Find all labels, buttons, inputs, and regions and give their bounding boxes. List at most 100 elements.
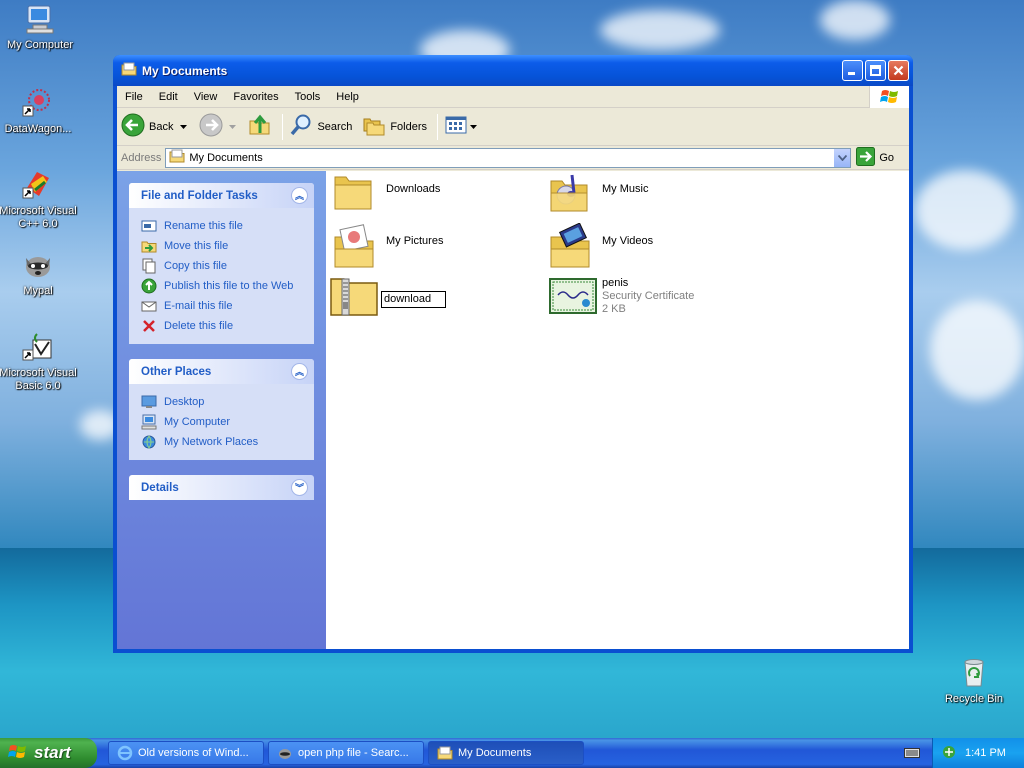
taskbar-button-ie[interactable]: Old versions of Wind... bbox=[108, 741, 264, 765]
address-dropdown-button[interactable] bbox=[833, 148, 851, 167]
menu-favorites[interactable]: Favorites bbox=[225, 91, 286, 103]
task-label: open php file - Searc... bbox=[298, 747, 409, 759]
address-input[interactable]: My Documents bbox=[165, 147, 852, 168]
windows-flag-icon bbox=[869, 86, 909, 108]
minimize-button[interactable] bbox=[842, 60, 863, 81]
task-delete-file[interactable]: Delete this file bbox=[141, 316, 302, 336]
network-tray-icon[interactable] bbox=[941, 744, 957, 763]
menu-tools[interactable]: Tools bbox=[287, 91, 329, 103]
task-label: Copy this file bbox=[164, 260, 227, 272]
folders-button[interactable]: Folders bbox=[362, 113, 427, 140]
item-name: Downloads bbox=[386, 183, 441, 195]
system-tray: 1:41 PM bbox=[932, 738, 1024, 768]
taskbar-button-mypal[interactable]: open php file - Searc... bbox=[268, 741, 424, 765]
details-header[interactable]: Details ︾ bbox=[129, 475, 314, 500]
desktop-icon-label: DataWagon... bbox=[4, 123, 72, 135]
music-folder-icon bbox=[548, 171, 598, 219]
forward-arrow-icon bbox=[199, 113, 223, 140]
place-label: Desktop bbox=[164, 396, 205, 408]
task-rename-file[interactable]: Rename this file bbox=[141, 216, 302, 236]
expand-chevron-icon[interactable]: ︾ bbox=[291, 479, 308, 496]
desktop-icon-visual-cpp[interactable]: Microsoft Visual C++ 6.0 bbox=[0, 168, 78, 231]
desktop-icon-my-computer[interactable]: My Computer bbox=[0, 2, 80, 52]
desktop-icon bbox=[141, 394, 157, 410]
desktop-icon-visual-basic[interactable]: Microsoft Visual Basic 6.0 bbox=[0, 330, 78, 393]
pictures-folder-icon bbox=[332, 223, 382, 271]
taskbar-button-my-documents[interactable]: My Documents bbox=[428, 741, 584, 765]
clock[interactable]: 1:41 PM bbox=[965, 747, 1006, 759]
folder-item-downloads[interactable]: Downloads bbox=[332, 171, 440, 219]
menu-view[interactable]: View bbox=[186, 91, 226, 103]
maximize-button[interactable] bbox=[865, 60, 886, 81]
task-label: Publish this file to the Web bbox=[164, 280, 294, 292]
zip-folder-icon bbox=[330, 275, 378, 323]
forward-dropdown-icon[interactable] bbox=[229, 121, 237, 133]
desktop-icon-label: My Computer bbox=[6, 39, 74, 51]
address-bar: Address My Documents Go bbox=[117, 146, 909, 170]
item-size: 2 KB bbox=[602, 303, 626, 315]
menu-file[interactable]: File bbox=[117, 91, 151, 103]
folder-item-my-pictures[interactable]: My Pictures bbox=[332, 223, 443, 271]
task-pane: File and Folder Tasks ︽ Rename this file… bbox=[117, 171, 326, 649]
keyboard-icon[interactable] bbox=[904, 746, 920, 763]
desktop-icon-mypal[interactable]: Mypal bbox=[0, 248, 78, 298]
standard-toolbar: Back Search Folders bbox=[117, 108, 909, 146]
back-button[interactable]: Back bbox=[121, 113, 188, 140]
window-titlebar[interactable]: My Documents bbox=[113, 55, 913, 86]
views-button[interactable] bbox=[444, 113, 478, 140]
task-publish-web[interactable]: Publish this file to the Web bbox=[141, 276, 302, 296]
close-button[interactable] bbox=[888, 60, 909, 81]
collapse-chevron-icon[interactable]: ︽ bbox=[291, 363, 308, 380]
other-places-header[interactable]: Other Places ︽ bbox=[129, 359, 314, 384]
explorer-window: My Documents File Edit View Favorites To… bbox=[113, 55, 913, 653]
rename-input[interactable]: download bbox=[381, 291, 446, 308]
visual-basic-icon bbox=[21, 330, 55, 364]
collapse-chevron-icon[interactable]: ︽ bbox=[291, 187, 308, 204]
certificate-icon bbox=[548, 275, 598, 323]
folder-item-my-music[interactable]: My Music bbox=[548, 171, 648, 219]
go-label: Go bbox=[879, 151, 895, 164]
item-name: My Music bbox=[602, 183, 649, 195]
back-label: Back bbox=[149, 120, 174, 133]
menu-help[interactable]: Help bbox=[328, 91, 367, 103]
place-my-computer[interactable]: My Computer bbox=[141, 412, 302, 432]
desktop-icon-label: Microsoft Visual Basic 6.0 bbox=[0, 367, 77, 392]
search-icon bbox=[289, 113, 313, 140]
task-move-file[interactable]: Move this file bbox=[141, 236, 302, 256]
item-name: penis bbox=[602, 277, 629, 289]
mypal-raccoon-icon bbox=[21, 248, 55, 282]
forward-button[interactable] bbox=[199, 113, 237, 140]
panel-title: Other Places bbox=[141, 365, 212, 378]
taskbar: start Old versions of Wind... open php f… bbox=[0, 738, 1024, 768]
place-network[interactable]: My Network Places bbox=[141, 432, 302, 452]
task-label: Move this file bbox=[164, 240, 229, 252]
up-folder-button[interactable] bbox=[248, 113, 272, 140]
zip-folder-item-download[interactable]: download bbox=[330, 275, 446, 323]
go-arrow-icon bbox=[856, 146, 876, 169]
address-label: Address bbox=[121, 151, 162, 164]
place-desktop[interactable]: Desktop bbox=[141, 392, 302, 412]
desktop-icon-datawagon[interactable]: DataWagon... bbox=[0, 86, 78, 136]
desktop-icon-recycle-bin[interactable]: Recycle Bin bbox=[934, 656, 1014, 706]
file-item-certificate[interactable]: penis Security Certificate 2 KB bbox=[548, 275, 694, 323]
toolbar-separator bbox=[282, 113, 284, 140]
start-label: start bbox=[34, 743, 71, 762]
address-value: My Documents bbox=[189, 151, 263, 164]
views-dropdown-icon[interactable] bbox=[470, 121, 478, 133]
task-copy-file[interactable]: Copy this file bbox=[141, 256, 302, 276]
datawagon-shortcut-icon bbox=[21, 86, 55, 120]
search-button[interactable]: Search bbox=[289, 113, 352, 140]
go-button[interactable]: Go bbox=[856, 146, 895, 169]
item-type: Security Certificate bbox=[602, 290, 695, 302]
task-email-file[interactable]: E-mail this file bbox=[141, 296, 302, 316]
search-label: Search bbox=[317, 120, 353, 133]
folder-item-my-videos[interactable]: My Videos bbox=[548, 222, 653, 271]
folder-small-icon bbox=[437, 745, 453, 761]
visual-cpp-icon bbox=[21, 168, 55, 202]
start-button[interactable]: start bbox=[0, 738, 97, 768]
back-dropdown-icon[interactable] bbox=[180, 121, 188, 133]
rename-icon bbox=[141, 218, 157, 234]
menu-edit[interactable]: Edit bbox=[151, 91, 186, 103]
up-folder-icon bbox=[248, 113, 272, 140]
file-folder-tasks-header[interactable]: File and Folder Tasks ︽ bbox=[129, 183, 314, 208]
